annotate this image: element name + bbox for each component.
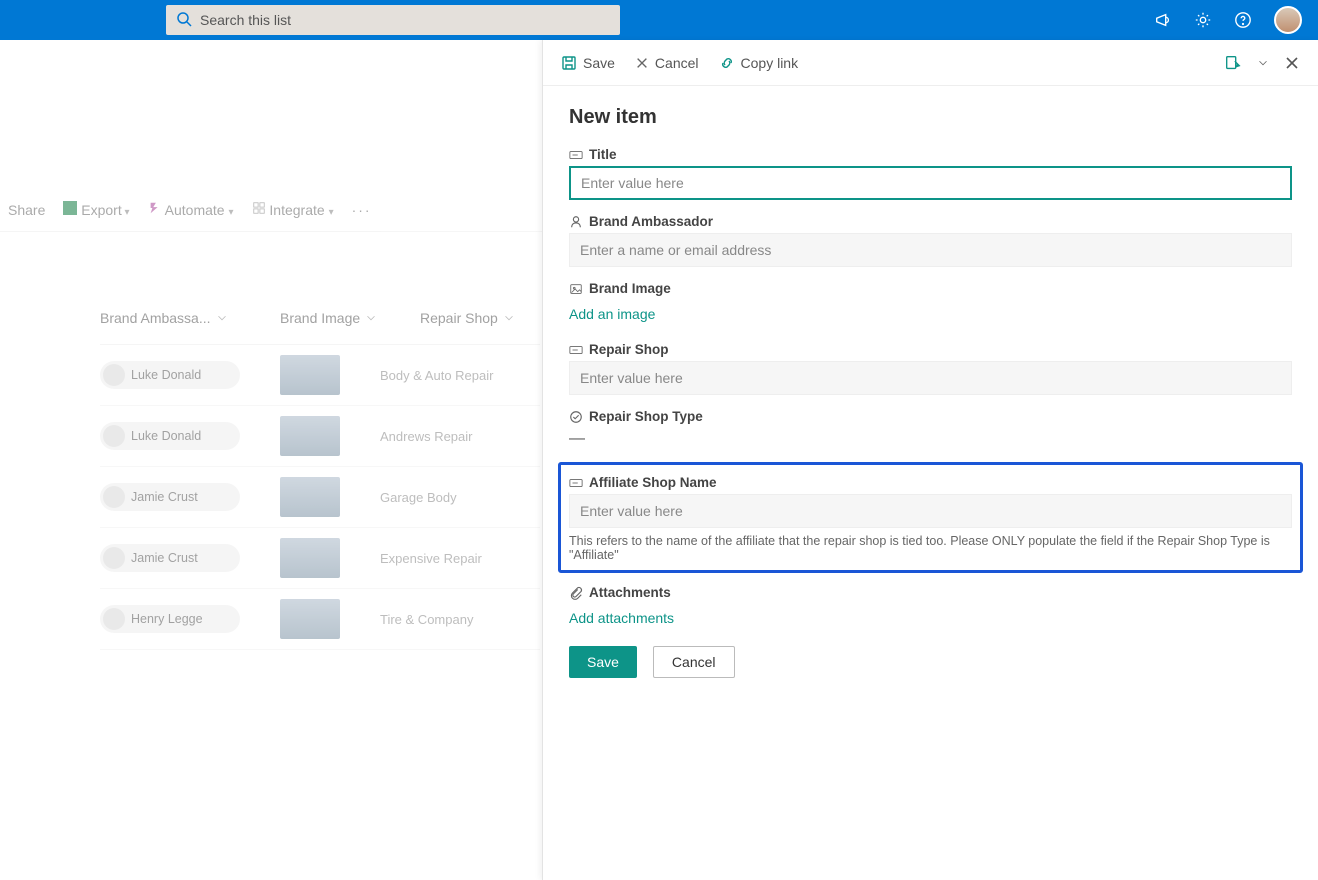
image-icon xyxy=(569,282,583,296)
field-shop-type: Repair Shop Type — xyxy=(569,409,1292,448)
col-shop[interactable]: Repair Shop xyxy=(420,310,540,326)
field-affiliate: Affiliate Shop Name This refers to the n… xyxy=(569,475,1292,562)
grid-icon xyxy=(252,201,266,215)
affiliate-help-text: This refers to the name of the affiliate… xyxy=(569,534,1292,562)
repair-shop-cell: Body & Auto Repair xyxy=(380,368,500,383)
repair-shop-cell: Expensive Repair xyxy=(380,551,500,566)
col-image[interactable]: Brand Image xyxy=(280,310,380,326)
search-wrapper xyxy=(166,5,620,35)
table-row[interactable]: Luke Donald Andrews Repair xyxy=(100,406,540,467)
choice-icon xyxy=(569,410,583,424)
person-pill: Luke Donald xyxy=(100,361,240,389)
excel-icon xyxy=(63,201,77,215)
field-attachments: Attachments Add attachments xyxy=(569,585,1292,632)
save-button[interactable]: Save xyxy=(569,646,637,678)
title-input[interactable] xyxy=(569,166,1292,200)
copy-link-button[interactable]: Copy link xyxy=(719,55,799,71)
panel-command-bar: Save Cancel Copy link xyxy=(543,40,1318,86)
chevron-down-icon[interactable] xyxy=(1256,56,1270,70)
panel-title: New item xyxy=(569,106,1292,129)
person-pill: Jamie Crust xyxy=(100,483,240,511)
export-button[interactable]: Export xyxy=(63,201,129,218)
affiliate-input[interactable] xyxy=(569,494,1292,528)
close-icon[interactable] xyxy=(1284,55,1300,71)
flow-icon xyxy=(148,201,162,215)
table-row[interactable]: Jamie Crust Garage Body xyxy=(100,467,540,528)
close-icon xyxy=(635,56,649,70)
repair-shop-input[interactable] xyxy=(569,361,1292,395)
panel-body: New item Title Brand Ambassador Brand Im… xyxy=(543,86,1318,698)
repair-shop-cell: Garage Body xyxy=(380,490,500,505)
chevron-down-icon xyxy=(502,311,516,325)
chevron-down-icon xyxy=(364,311,378,325)
gear-icon[interactable] xyxy=(1194,11,1212,29)
list-headers: Brand Ambassa... Brand Image Repair Shop xyxy=(100,310,540,345)
image-thumb xyxy=(280,355,340,395)
help-icon[interactable] xyxy=(1234,11,1252,29)
text-field-icon xyxy=(569,476,583,490)
image-thumb xyxy=(280,416,340,456)
field-ambassador: Brand Ambassador xyxy=(569,214,1292,267)
table-row[interactable]: Luke Donald Body & Auto Repair xyxy=(100,345,540,406)
col-ambassador[interactable]: Brand Ambassa... xyxy=(100,310,240,326)
integrate-button[interactable]: Integrate xyxy=(252,201,334,218)
search-icon xyxy=(176,11,192,27)
save-icon xyxy=(561,55,577,71)
suite-header xyxy=(0,0,1318,40)
person-pill: Jamie Crust xyxy=(100,544,240,572)
person-pill: Henry Legge xyxy=(100,605,240,633)
text-field-icon xyxy=(569,148,583,162)
link-icon xyxy=(719,55,735,71)
person-icon xyxy=(569,215,583,229)
repair-shop-cell: Tire & Company xyxy=(380,612,500,627)
image-thumb xyxy=(280,599,340,639)
cancel-button[interactable]: Cancel xyxy=(653,646,735,678)
automate-button[interactable]: Automate xyxy=(148,201,234,218)
form-buttons: Save Cancel xyxy=(569,646,1292,678)
shop-type-value[interactable]: — xyxy=(569,428,1292,448)
repair-shop-cell: Andrews Repair xyxy=(380,429,500,444)
text-field-icon xyxy=(569,343,583,357)
form-edit-icon[interactable] xyxy=(1224,54,1242,72)
image-thumb xyxy=(280,477,340,517)
field-brand-image: Brand Image Add an image xyxy=(569,281,1292,328)
attachment-icon xyxy=(569,586,583,600)
list-view: Brand Ambassa... Brand Image Repair Shop… xyxy=(100,310,540,650)
image-thumb xyxy=(280,538,340,578)
share-button[interactable]: Share xyxy=(8,202,45,218)
field-title: Title xyxy=(569,147,1292,200)
header-actions xyxy=(1154,6,1302,34)
person-pill: Luke Donald xyxy=(100,422,240,450)
affiliate-highlight: Affiliate Shop Name This refers to the n… xyxy=(558,462,1303,573)
panel-cancel-button[interactable]: Cancel xyxy=(635,55,699,71)
user-avatar[interactable] xyxy=(1274,6,1302,34)
new-item-panel: Save Cancel Copy link New item Title Bra… xyxy=(542,40,1318,880)
add-attachments-link[interactable]: Add attachments xyxy=(569,604,1292,632)
ambassador-input[interactable] xyxy=(569,233,1292,267)
more-button[interactable]: ··· xyxy=(352,202,372,218)
table-row[interactable]: Jamie Crust Expensive Repair xyxy=(100,528,540,589)
search-input[interactable] xyxy=(166,5,620,35)
field-repair-shop: Repair Shop xyxy=(569,342,1292,395)
chevron-down-icon xyxy=(215,311,229,325)
megaphone-icon[interactable] xyxy=(1154,11,1172,29)
panel-save-button[interactable]: Save xyxy=(561,55,615,71)
table-row[interactable]: Henry Legge Tire & Company xyxy=(100,589,540,650)
add-image-link[interactable]: Add an image xyxy=(569,300,1292,328)
